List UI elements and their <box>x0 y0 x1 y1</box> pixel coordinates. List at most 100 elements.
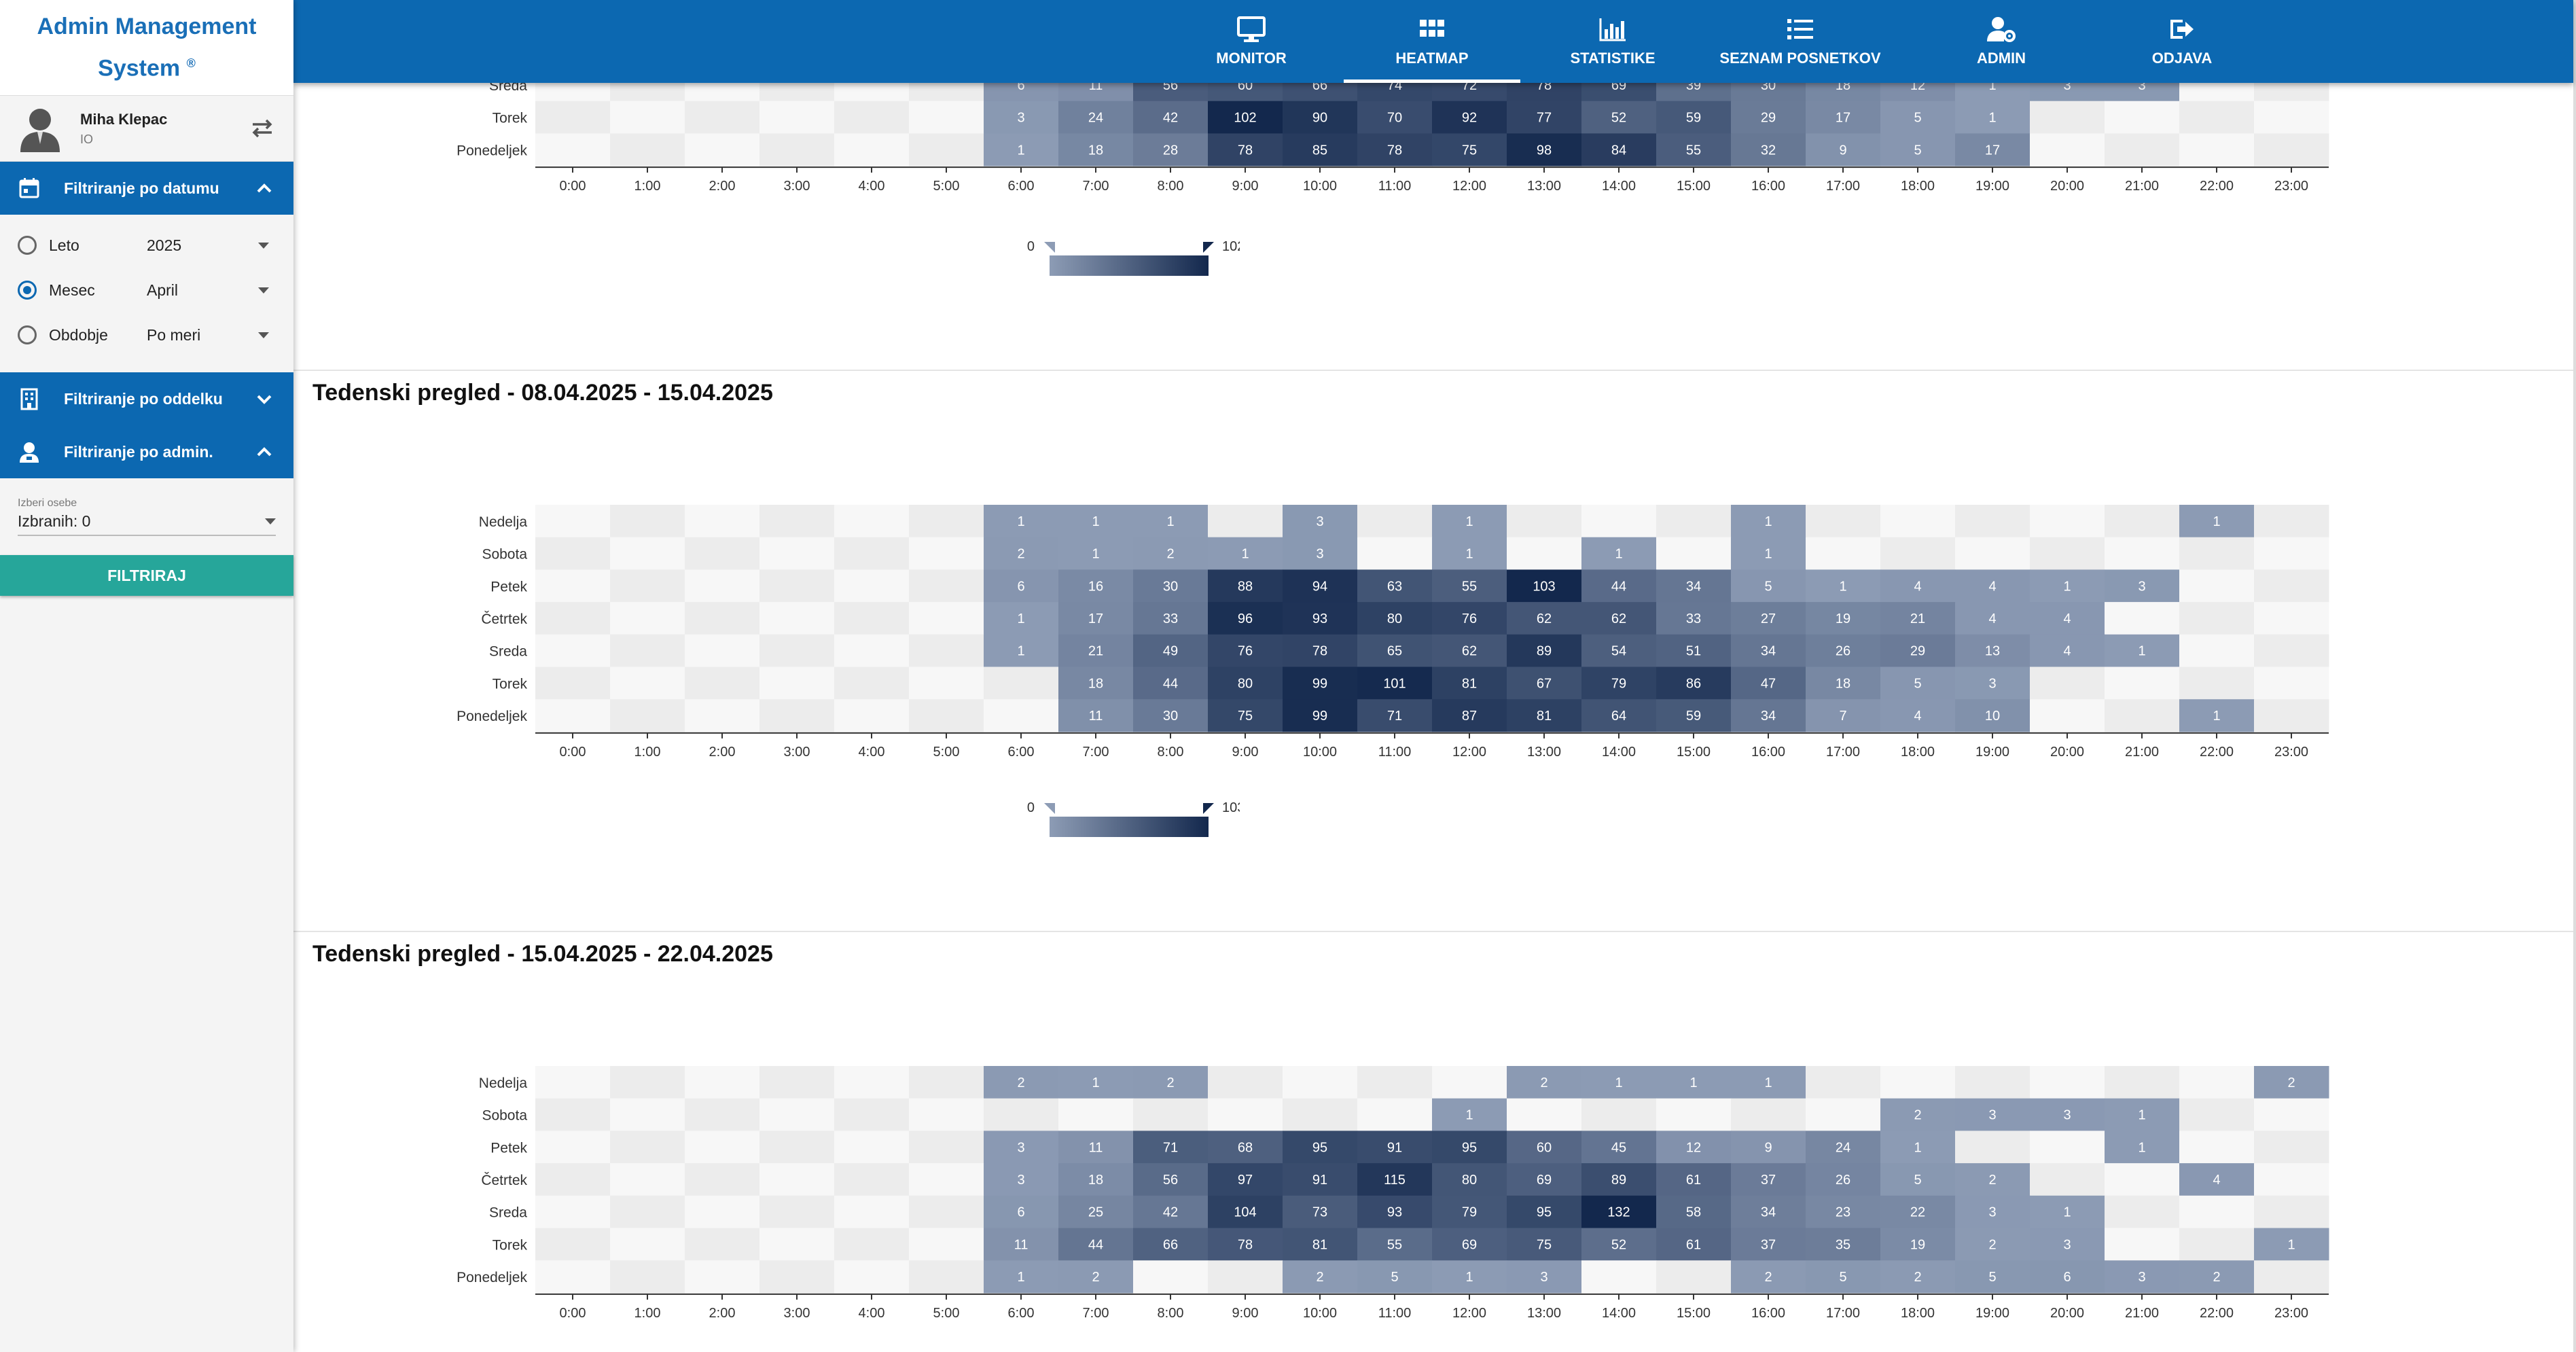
heat-cell[interactable] <box>2254 505 2329 538</box>
heat-cell[interactable] <box>2030 133 2105 166</box>
heat-cell[interactable] <box>535 666 611 700</box>
date-filter-header[interactable]: Filtriranje po datumu <box>0 162 293 215</box>
heat-cell[interactable] <box>610 1163 685 1196</box>
heat-cell[interactable] <box>2254 1098 2329 1131</box>
heat-cell[interactable] <box>685 1163 760 1196</box>
admin-filter-header[interactable]: Filtriranje po admin. <box>0 425 293 478</box>
heat-cell[interactable] <box>1731 1098 1806 1131</box>
heat-cell[interactable] <box>759 537 835 570</box>
heat-cell[interactable] <box>2030 1163 2105 1196</box>
heat-cell[interactable] <box>610 101 685 134</box>
heat-cell[interactable] <box>759 1163 835 1196</box>
heat-cell[interactable] <box>535 699 611 732</box>
heat-cell[interactable] <box>2179 101 2255 134</box>
heat-cell[interactable] <box>1133 1098 1209 1131</box>
heat-cell[interactable] <box>535 1260 611 1294</box>
heat-cell[interactable] <box>685 133 760 166</box>
heat-cell[interactable] <box>1208 1260 1283 1294</box>
heat-cell[interactable] <box>535 505 611 538</box>
heat-cell[interactable] <box>2179 537 2255 570</box>
heat-cell[interactable] <box>610 1260 685 1294</box>
heat-cell[interactable] <box>759 1098 835 1131</box>
heat-cell[interactable] <box>610 537 685 570</box>
heat-cell[interactable] <box>834 569 910 603</box>
heat-cell[interactable] <box>2179 133 2255 166</box>
heat-cell[interactable] <box>610 1066 685 1099</box>
heat-cell[interactable] <box>2030 699 2105 732</box>
heat-cell[interactable] <box>1880 537 1956 570</box>
department-filter-header[interactable]: Filtriranje po oddelku <box>0 372 293 425</box>
heat-cell[interactable] <box>610 133 685 166</box>
month-select[interactable]: April <box>147 281 269 300</box>
heat-cell[interactable] <box>1357 537 1433 570</box>
heat-cell[interactable] <box>2254 634 2329 667</box>
heat-cell[interactable] <box>759 1066 835 1099</box>
heat-cell[interactable] <box>834 1066 910 1099</box>
heat-cell[interactable] <box>759 634 835 667</box>
heat-cell[interactable] <box>2105 1066 2180 1099</box>
heat-cell[interactable] <box>834 1260 910 1294</box>
heat-cell[interactable] <box>610 505 685 538</box>
heat-cell[interactable] <box>834 602 910 635</box>
nav-odjava[interactable]: ODJAVA <box>2094 0 2270 83</box>
heat-cell[interactable] <box>535 1163 611 1196</box>
heat-cell[interactable] <box>834 1098 910 1131</box>
heat-cell[interactable] <box>2254 666 2329 700</box>
heat-cell[interactable] <box>535 133 611 166</box>
heat-cell[interactable] <box>2254 1131 2329 1164</box>
heat-cell[interactable] <box>2105 1228 2180 1261</box>
heat-cell[interactable] <box>610 699 685 732</box>
heat-cell[interactable] <box>535 634 611 667</box>
heat-cell[interactable] <box>2179 1228 2255 1261</box>
heat-cell[interactable] <box>909 133 984 166</box>
heat-cell[interactable] <box>759 1131 835 1164</box>
heat-cell[interactable] <box>685 602 760 635</box>
heat-cell[interactable] <box>1880 505 1956 538</box>
heat-cell[interactable] <box>2030 505 2105 538</box>
heat-cell[interactable] <box>759 569 835 603</box>
heat-cell[interactable] <box>535 1066 611 1099</box>
heat-cell[interactable] <box>909 537 984 570</box>
heat-cell[interactable] <box>685 666 760 700</box>
nav-statistike[interactable]: STATISTIKE <box>1524 0 1701 83</box>
heat-cell[interactable] <box>2030 1066 2105 1099</box>
heat-cell[interactable] <box>1581 1260 1657 1294</box>
heat-cell[interactable] <box>2105 101 2180 134</box>
heat-cell[interactable] <box>685 569 760 603</box>
heat-cell[interactable] <box>2179 634 2255 667</box>
heat-cell[interactable] <box>909 1195 984 1228</box>
heat-cell[interactable] <box>685 537 760 570</box>
heat-cell[interactable] <box>909 1066 984 1099</box>
year-radio[interactable] <box>18 236 37 255</box>
heat-cell[interactable] <box>2179 1195 2255 1228</box>
heat-cell[interactable] <box>685 1195 760 1228</box>
heat-cell[interactable] <box>2254 133 2329 166</box>
heat-cell[interactable] <box>759 666 835 700</box>
heat-cell[interactable] <box>1656 1260 1732 1294</box>
swap-icon[interactable] <box>247 113 277 143</box>
heat-cell[interactable] <box>759 1195 835 1228</box>
heat-cell[interactable] <box>1133 1260 1209 1294</box>
heat-cell[interactable] <box>909 666 984 700</box>
period-radio[interactable] <box>18 325 37 344</box>
heat-cell[interactable] <box>759 1260 835 1294</box>
heat-cell[interactable] <box>685 1228 760 1261</box>
heat-cell[interactable] <box>2254 699 2329 732</box>
heat-cell[interactable] <box>1955 505 2031 538</box>
heat-cell[interactable] <box>1208 505 1283 538</box>
heat-cell[interactable] <box>1357 505 1433 538</box>
heat-cell[interactable] <box>834 1131 910 1164</box>
heat-cell[interactable] <box>685 1131 760 1164</box>
heat-cell[interactable] <box>2179 1131 2255 1164</box>
heat-cell[interactable] <box>685 1098 760 1131</box>
heat-cell[interactable] <box>759 505 835 538</box>
heat-cell[interactable] <box>685 505 760 538</box>
heat-cell[interactable] <box>1806 505 1881 538</box>
heat-cell[interactable] <box>610 666 685 700</box>
heat-cell[interactable] <box>685 1066 760 1099</box>
heat-cell[interactable] <box>909 101 984 134</box>
heat-cell[interactable] <box>2105 505 2180 538</box>
heat-cell[interactable] <box>2179 1066 2255 1099</box>
heat-cell[interactable] <box>834 101 910 134</box>
heat-cell[interactable] <box>535 569 611 603</box>
